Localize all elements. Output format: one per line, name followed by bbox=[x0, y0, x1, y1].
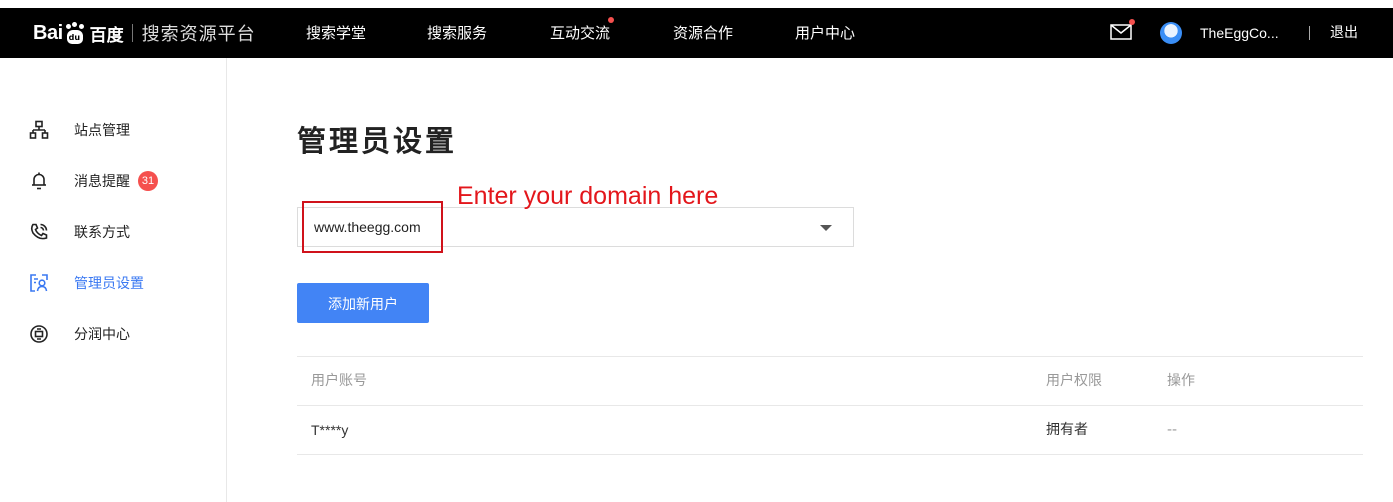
mail-notification-dot bbox=[1129, 19, 1135, 25]
unread-count-badge: 31 bbox=[138, 171, 158, 191]
nav-interaction[interactable]: 互动交流 bbox=[550, 8, 615, 58]
baidu-logo[interactable]: Bai du 百度 搜索资源平台 bbox=[33, 20, 256, 46]
logo-divider bbox=[131, 24, 133, 42]
nav-resource-cooperation[interactable]: 资源合作 bbox=[673, 8, 733, 58]
sidebar-item-revenue-share[interactable]: 分润中心 bbox=[28, 319, 130, 349]
sidebar-item-label: 分润中心 bbox=[74, 327, 130, 343]
table-row: T****y 拥有者 -- bbox=[297, 405, 1363, 455]
revenue-share-icon bbox=[28, 323, 50, 345]
column-header-actions: 操作 bbox=[1167, 373, 1195, 389]
notification-dot bbox=[608, 17, 615, 23]
page-title: 管理员设置 bbox=[297, 124, 458, 158]
nav-search-services[interactable]: 搜索服务 bbox=[427, 8, 487, 58]
sidebar: 站点管理 消息提醒 31 联系方式 管理员设置 分润中心 bbox=[0, 58, 227, 502]
admin-settings-icon bbox=[28, 272, 50, 294]
caret-down-icon[interactable] bbox=[820, 225, 832, 231]
paw-icon: du bbox=[64, 22, 86, 44]
phone-icon bbox=[28, 221, 50, 243]
nav-user-center[interactable]: 用户中心 bbox=[795, 8, 855, 58]
admin-users-table: 用户账号 用户权限 操作 T****y 拥有者 -- bbox=[297, 356, 1363, 455]
avatar[interactable] bbox=[1160, 22, 1182, 44]
cell-actions: -- bbox=[1167, 422, 1178, 438]
top-navigation-bar: Bai du 百度 搜索资源平台 搜索学堂 搜索服务 互动交流 资源合作 用户中… bbox=[0, 8, 1393, 58]
bell-icon bbox=[28, 170, 50, 192]
sidebar-item-site-management[interactable]: 站点管理 bbox=[28, 115, 130, 145]
annotation-text: Enter your domain here bbox=[457, 182, 719, 210]
platform-name: 搜索资源平台 bbox=[141, 24, 256, 45]
sidebar-item-admin-settings[interactable]: 管理员设置 bbox=[28, 268, 144, 298]
logout-link[interactable]: 退出 bbox=[1330, 8, 1358, 58]
sidebar-item-contact[interactable]: 联系方式 bbox=[28, 217, 130, 247]
cell-permission: 拥有者 bbox=[1046, 422, 1088, 438]
sidebar-item-label: 消息提醒 bbox=[74, 174, 130, 190]
sidebar-item-label: 联系方式 bbox=[74, 225, 130, 241]
header-separator bbox=[1309, 26, 1310, 40]
sidebar-item-label: 站点管理 bbox=[74, 123, 130, 139]
cell-account: T****y bbox=[311, 422, 349, 438]
table-header-row: 用户账号 用户权限 操作 bbox=[297, 356, 1363, 405]
logo-paw-text: du bbox=[68, 33, 81, 42]
annotation-highlight-box bbox=[302, 201, 443, 253]
logo-text-latin: Bai bbox=[33, 21, 63, 44]
mail-icon[interactable] bbox=[1110, 19, 1135, 40]
sidebar-item-messages[interactable]: 消息提醒 31 bbox=[28, 166, 158, 196]
sidebar-item-label: 管理员设置 bbox=[74, 276, 144, 292]
username[interactable]: TheEggCo... bbox=[1200, 8, 1279, 58]
column-header-account: 用户账号 bbox=[311, 373, 367, 389]
logo-text-cn: 百度 bbox=[89, 25, 124, 46]
add-new-user-button[interactable]: 添加新用户 bbox=[297, 283, 429, 323]
column-header-permission: 用户权限 bbox=[1046, 373, 1102, 389]
nav-search-academy[interactable]: 搜索学堂 bbox=[306, 8, 366, 58]
sitemap-icon bbox=[28, 119, 50, 141]
